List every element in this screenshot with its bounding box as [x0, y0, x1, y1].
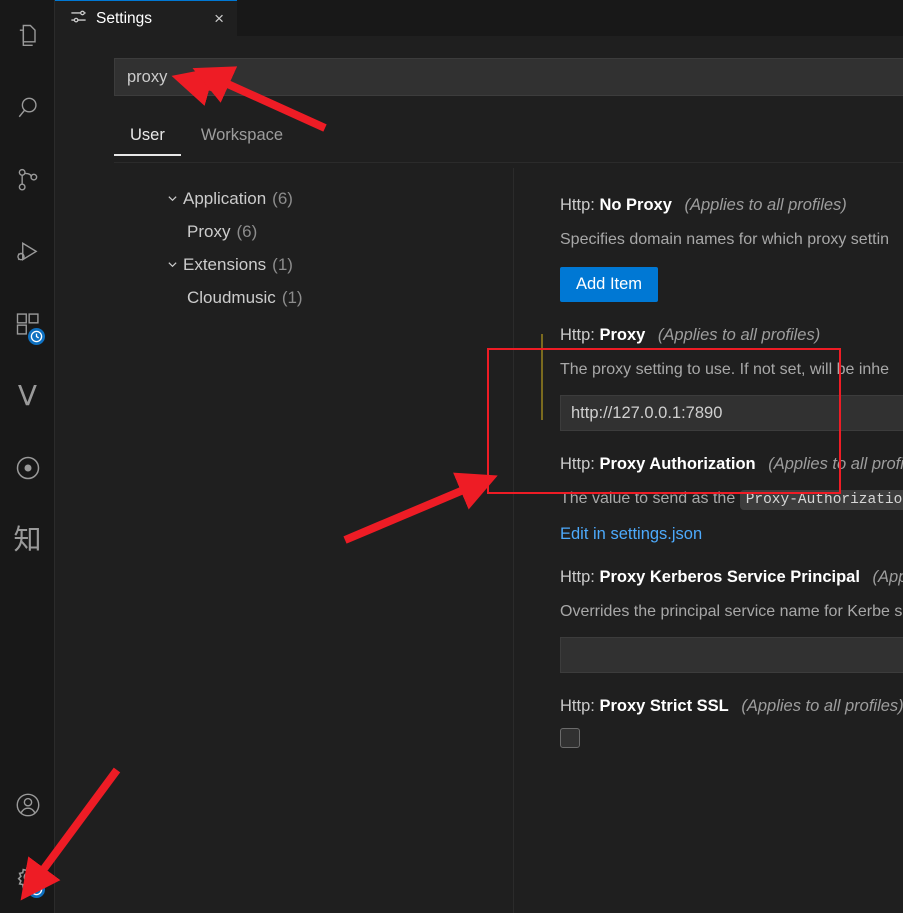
tab-workspace[interactable]: Workspace	[185, 120, 299, 156]
setting-title: Http: No Proxy (Applies to all profiles)	[560, 196, 903, 215]
activity-item-zhihu[interactable]: 知	[0, 504, 55, 576]
activity-item-run-and-debug[interactable]	[0, 216, 55, 288]
account-icon	[14, 791, 42, 819]
setting-name: Proxy Authorization	[599, 455, 755, 473]
setting-prefix: Http:	[560, 697, 595, 715]
settings-search-input[interactable]	[114, 58, 903, 96]
setting-prefix: Http:	[560, 196, 595, 214]
toc-item-cloudmusic[interactable]: Cloudmusic (1)	[125, 281, 475, 314]
toc-item-proxy[interactable]: Proxy (6)	[125, 215, 475, 248]
vue-letter-icon: V	[18, 382, 37, 410]
setting-name: Proxy	[599, 326, 645, 344]
toc-label: Extensions	[183, 255, 266, 275]
toc-label: Application	[183, 189, 266, 209]
setting-http-proxy-authorization[interactable]: Http: Proxy Authorization (Applies to al…	[525, 441, 903, 554]
chevron-down-icon[interactable]	[161, 258, 183, 271]
extensions-clock-badge	[27, 327, 46, 346]
circle-dot-icon	[14, 454, 42, 482]
setting-profiles: (Applies to all profiles)	[684, 196, 846, 214]
toc-item-extensions[interactable]: Extensions (1)	[125, 248, 475, 281]
proxy-strict-ssl-checkbox[interactable]	[560, 728, 580, 748]
tab-settings[interactable]: Settings ×	[55, 0, 237, 36]
setting-title: Http: Proxy Authorization (Applies to al…	[560, 455, 903, 474]
settings-sliders-icon	[69, 7, 88, 31]
activity-item-manage-settings[interactable]	[0, 841, 55, 913]
toc-label: Cloudmusic	[187, 288, 276, 308]
scope-tabs-divider	[114, 162, 903, 163]
setting-http-no-proxy[interactable]: Http: No Proxy (Applies to all profiles)…	[525, 182, 903, 312]
run-debug-icon	[14, 238, 42, 266]
http-proxy-input[interactable]	[560, 395, 903, 431]
setting-prefix: Http:	[560, 455, 595, 473]
toc-count: (6)	[236, 222, 257, 242]
setting-description: The value to send as the Proxy-Authoriza…	[560, 486, 903, 513]
activity-item-record[interactable]	[0, 432, 55, 504]
setting-title: Http: Proxy Kerberos Service Principal (…	[560, 568, 903, 587]
add-item-button[interactable]: Add Item	[560, 267, 658, 302]
setting-http-proxy-kerberos-service-principal[interactable]: Http: Proxy Kerberos Service Principal (…	[525, 554, 903, 683]
setting-title: Http: Proxy (Applies to all profiles)	[560, 326, 903, 345]
vscode-window: V 知	[0, 0, 903, 913]
setting-description: Overrides the principal service name for…	[560, 599, 903, 625]
setting-name: Proxy Strict SSL	[599, 697, 728, 715]
setting-description-text: The value to send as the	[560, 490, 735, 507]
activity-item-source-control[interactable]	[0, 144, 55, 216]
activity-item-extensions[interactable]	[0, 288, 55, 360]
setting-title: Http: Proxy Strict SSL (Applies to all p…	[560, 697, 903, 716]
edit-in-settings-json-link[interactable]: Edit in settings.json	[560, 525, 702, 544]
settings-search-row	[114, 58, 903, 96]
tab-user[interactable]: User	[114, 120, 181, 156]
toc-item-application[interactable]: Application (6)	[125, 182, 475, 215]
tab-label: Settings	[96, 10, 201, 28]
setting-http-proxy[interactable]: Http: Proxy (Applies to all profiles) Th…	[525, 312, 903, 441]
toc-count: (6)	[272, 189, 293, 209]
setting-description: The proxy setting to use. If not set, wi…	[560, 357, 903, 383]
setting-profiles: (Applies to all profiles)	[658, 326, 820, 344]
activity-item-search[interactable]	[0, 72, 55, 144]
setting-profiles: (Applies to all profi	[768, 455, 903, 473]
setting-description-code: Proxy-Authorization	[740, 490, 903, 510]
settings-toc-tree: Application (6) Proxy (6) Extensions (1)…	[125, 182, 475, 314]
activity-bar: V 知	[0, 0, 55, 913]
tab-bar: Settings ×	[55, 0, 903, 36]
setting-prefix: Http:	[560, 568, 595, 586]
setting-profiles: (Applies to all profiles)	[741, 697, 903, 715]
setting-description: Specifies domain names for which proxy s…	[560, 227, 903, 253]
close-icon[interactable]: ×	[209, 8, 229, 29]
toc-label: Proxy	[187, 222, 230, 242]
chevron-down-icon[interactable]	[161, 192, 183, 205]
manage-clock-badge	[27, 880, 46, 899]
activity-item-explorer[interactable]	[0, 0, 55, 72]
toc-count: (1)	[272, 255, 293, 275]
zhi-character-icon: 知	[13, 526, 41, 554]
setting-name: No Proxy	[599, 196, 671, 214]
settings-list: Http: No Proxy (Applies to all profiles)…	[525, 182, 903, 758]
activity-item-vue[interactable]: V	[0, 360, 55, 432]
toc-count: (1)	[282, 288, 303, 308]
search-icon	[14, 94, 42, 122]
activity-bar-bottom	[0, 769, 55, 913]
kerberos-principal-input[interactable]	[560, 637, 903, 673]
settings-editor: User Workspace Application (6) Proxy (6)	[55, 36, 903, 913]
settings-scope-tabs: User Workspace	[114, 120, 299, 156]
setting-name: Proxy Kerberos Service Principal	[599, 568, 859, 586]
settings-splitter[interactable]	[513, 168, 514, 913]
setting-prefix: Http:	[560, 326, 595, 344]
setting-http-proxy-strict-ssl[interactable]: Http: Proxy Strict SSL (Applies to all p…	[525, 683, 903, 758]
activity-item-accounts[interactable]	[0, 769, 55, 841]
setting-profiles: (Appli	[873, 568, 903, 586]
source-control-icon	[14, 166, 42, 194]
files-icon	[14, 22, 42, 50]
